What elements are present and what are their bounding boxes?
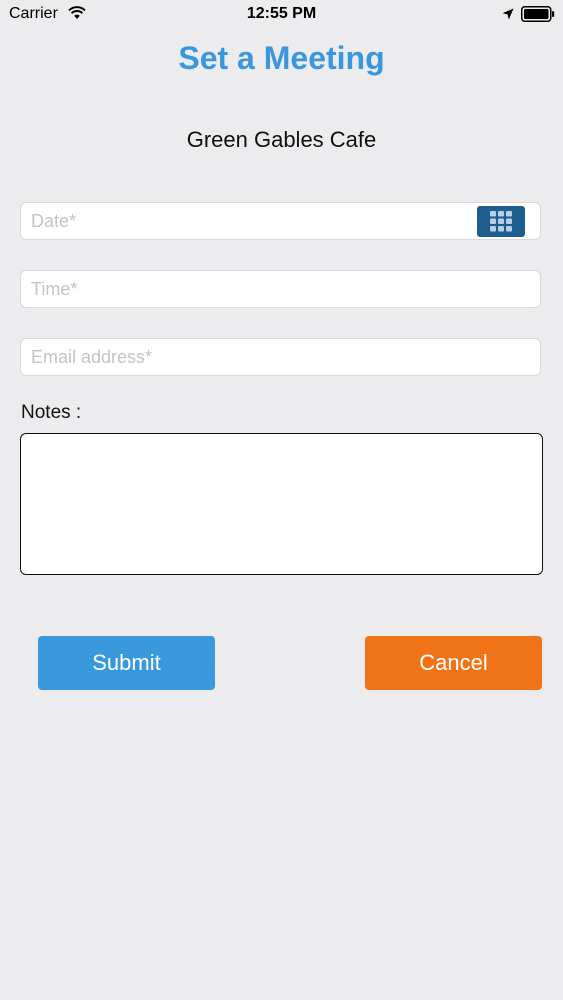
battery-icon (521, 6, 555, 22)
page-title: Set a Meeting (178, 40, 385, 76)
time-input[interactable] (21, 271, 540, 307)
location-arrow-icon (502, 7, 514, 20)
notes-label: Notes : (21, 402, 82, 423)
status-bar: Carrier 12:55 PM (0, 0, 563, 30)
date-input[interactable] (21, 203, 540, 239)
date-field-container (20, 202, 541, 240)
notes-textarea[interactable] (20, 433, 543, 575)
email-input[interactable] (21, 339, 540, 375)
calendar-picker-button[interactable] (477, 206, 525, 237)
cancel-button[interactable]: Cancel (365, 636, 542, 690)
submit-button[interactable]: Submit (38, 636, 215, 690)
status-clock: 12:55 PM (246, 5, 317, 22)
email-field-container (20, 338, 541, 376)
calendar-grid-icon (490, 211, 512, 232)
venue-name: Green Gables Cafe (186, 127, 377, 152)
time-field-container (20, 270, 541, 308)
